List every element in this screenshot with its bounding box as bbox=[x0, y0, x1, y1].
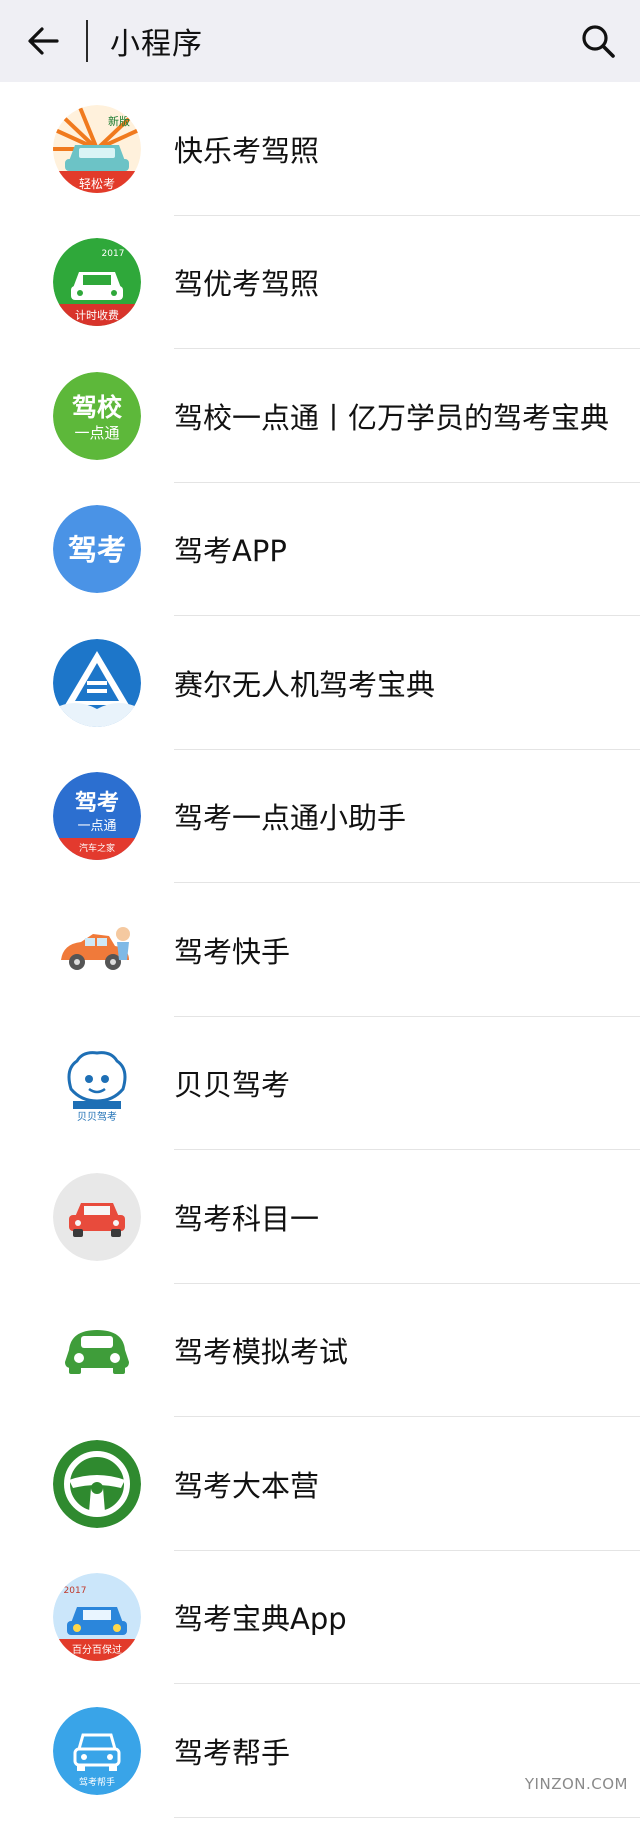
search-button[interactable] bbox=[576, 19, 620, 63]
list-item[interactable]: 驾考快手 bbox=[0, 883, 640, 1017]
list-item[interactable]: 赛尔无人机驾考宝典 bbox=[0, 616, 640, 750]
svg-text:驾校: 驾校 bbox=[72, 393, 123, 422]
cartoon-car-icon bbox=[53, 905, 141, 994]
top-bar: 小程序 bbox=[0, 0, 640, 82]
back-button[interactable] bbox=[0, 0, 86, 82]
item-label: 赛尔无人机驾考宝典 bbox=[174, 667, 436, 702]
arrow-left-icon bbox=[28, 27, 59, 55]
item-label: 驾考模拟考试 bbox=[174, 1335, 349, 1370]
green-car-icon bbox=[53, 1306, 141, 1395]
item-label: 贝贝驾考 bbox=[174, 1068, 291, 1103]
item-label: 驾考科目一 bbox=[174, 1201, 320, 1236]
svg-text:百分百保过: 百分百保过 bbox=[72, 1643, 122, 1656]
list-item[interactable]: 驾考模拟考试 bbox=[0, 1284, 640, 1418]
list-item[interactable]: 驾考 驾考APP bbox=[0, 483, 640, 617]
svg-text:计时收费: 计时收费 bbox=[75, 308, 119, 322]
item-label: 驾考APP bbox=[174, 534, 287, 569]
svg-text:汽车之家: 汽车之家 bbox=[79, 842, 115, 854]
svg-text:一点通: 一点通 bbox=[74, 424, 119, 442]
jiakao-yidiantong-icon: 驾考 一点通 汽车之家 bbox=[53, 772, 141, 861]
page-title: 小程序 bbox=[110, 27, 203, 62]
list-item[interactable]: 驾考科目一 bbox=[0, 1150, 640, 1284]
item-label: 驾考一点通小助手 bbox=[174, 801, 407, 836]
item-label: 驾考帮手 bbox=[174, 1735, 291, 1770]
svg-text:新版: 新版 bbox=[108, 114, 130, 128]
svg-text:驾考: 驾考 bbox=[75, 790, 119, 816]
jiaxiao-text-icon: 驾校 一点通 bbox=[53, 371, 141, 460]
shell-mascot-icon: 贝贝驾考 bbox=[53, 1039, 141, 1128]
item-label: 驾考快手 bbox=[174, 934, 291, 969]
item-label: 驾校一点通丨亿万学员的驾考宝典 bbox=[174, 400, 610, 435]
car-sun-badge-icon: 轻松考 新版 bbox=[53, 104, 141, 193]
list-item[interactable]: 百分百保过 2017 驾考宝典App bbox=[0, 1551, 640, 1685]
header-divider bbox=[86, 20, 88, 62]
svg-text:驾考帮手: 驾考帮手 bbox=[79, 1776, 115, 1788]
mini-program-list: 轻松考 新版 快乐考驾照 计时收费 2017 驾优考驾照 驾校 一点通 驾校一点… bbox=[0, 82, 640, 1818]
svg-text:贝贝驾考: 贝贝驾考 bbox=[77, 1111, 117, 1123]
list-item[interactable]: 贝贝驾考 贝贝驾考 bbox=[0, 1017, 640, 1151]
blue-car-badge-icon: 百分百保过 2017 bbox=[53, 1573, 141, 1662]
svg-text:驾考: 驾考 bbox=[68, 533, 126, 567]
list-item[interactable]: 驾考 一点通 汽车之家 驾考一点通小助手 bbox=[0, 750, 640, 884]
item-label: 快乐考驾照 bbox=[174, 133, 320, 168]
list-item[interactable]: 驾考大本营 bbox=[0, 1417, 640, 1551]
list-item[interactable]: 轻松考 新版 快乐考驾照 bbox=[0, 82, 640, 216]
item-label: 驾优考驾照 bbox=[174, 267, 320, 302]
red-car-icon bbox=[53, 1172, 141, 1261]
drone-triangle-icon bbox=[53, 638, 141, 727]
search-icon bbox=[582, 25, 615, 58]
list-item[interactable]: 驾校 一点通 驾校一点通丨亿万学员的驾考宝典 bbox=[0, 349, 640, 483]
jiakao-text-icon: 驾考 bbox=[53, 505, 141, 594]
svg-text:轻松考: 轻松考 bbox=[79, 177, 115, 191]
steering-wheel-icon bbox=[53, 1439, 141, 1528]
watermark: YINZON.COM bbox=[524, 1775, 628, 1793]
item-label: 驾考宝典App bbox=[174, 1602, 347, 1637]
list-item[interactable]: 计时收费 2017 驾优考驾照 bbox=[0, 216, 640, 350]
item-label: 驾考大本营 bbox=[174, 1468, 320, 1503]
list-item[interactable]: 驾考帮手 驾考帮手 bbox=[0, 1684, 640, 1818]
car-outline-icon: 驾考帮手 bbox=[53, 1706, 141, 1795]
svg-text:2017: 2017 bbox=[64, 1586, 87, 1596]
green-car-badge-icon: 计时收费 2017 bbox=[53, 238, 141, 327]
svg-text:一点通: 一点通 bbox=[77, 819, 116, 834]
svg-text:2017: 2017 bbox=[102, 249, 125, 259]
